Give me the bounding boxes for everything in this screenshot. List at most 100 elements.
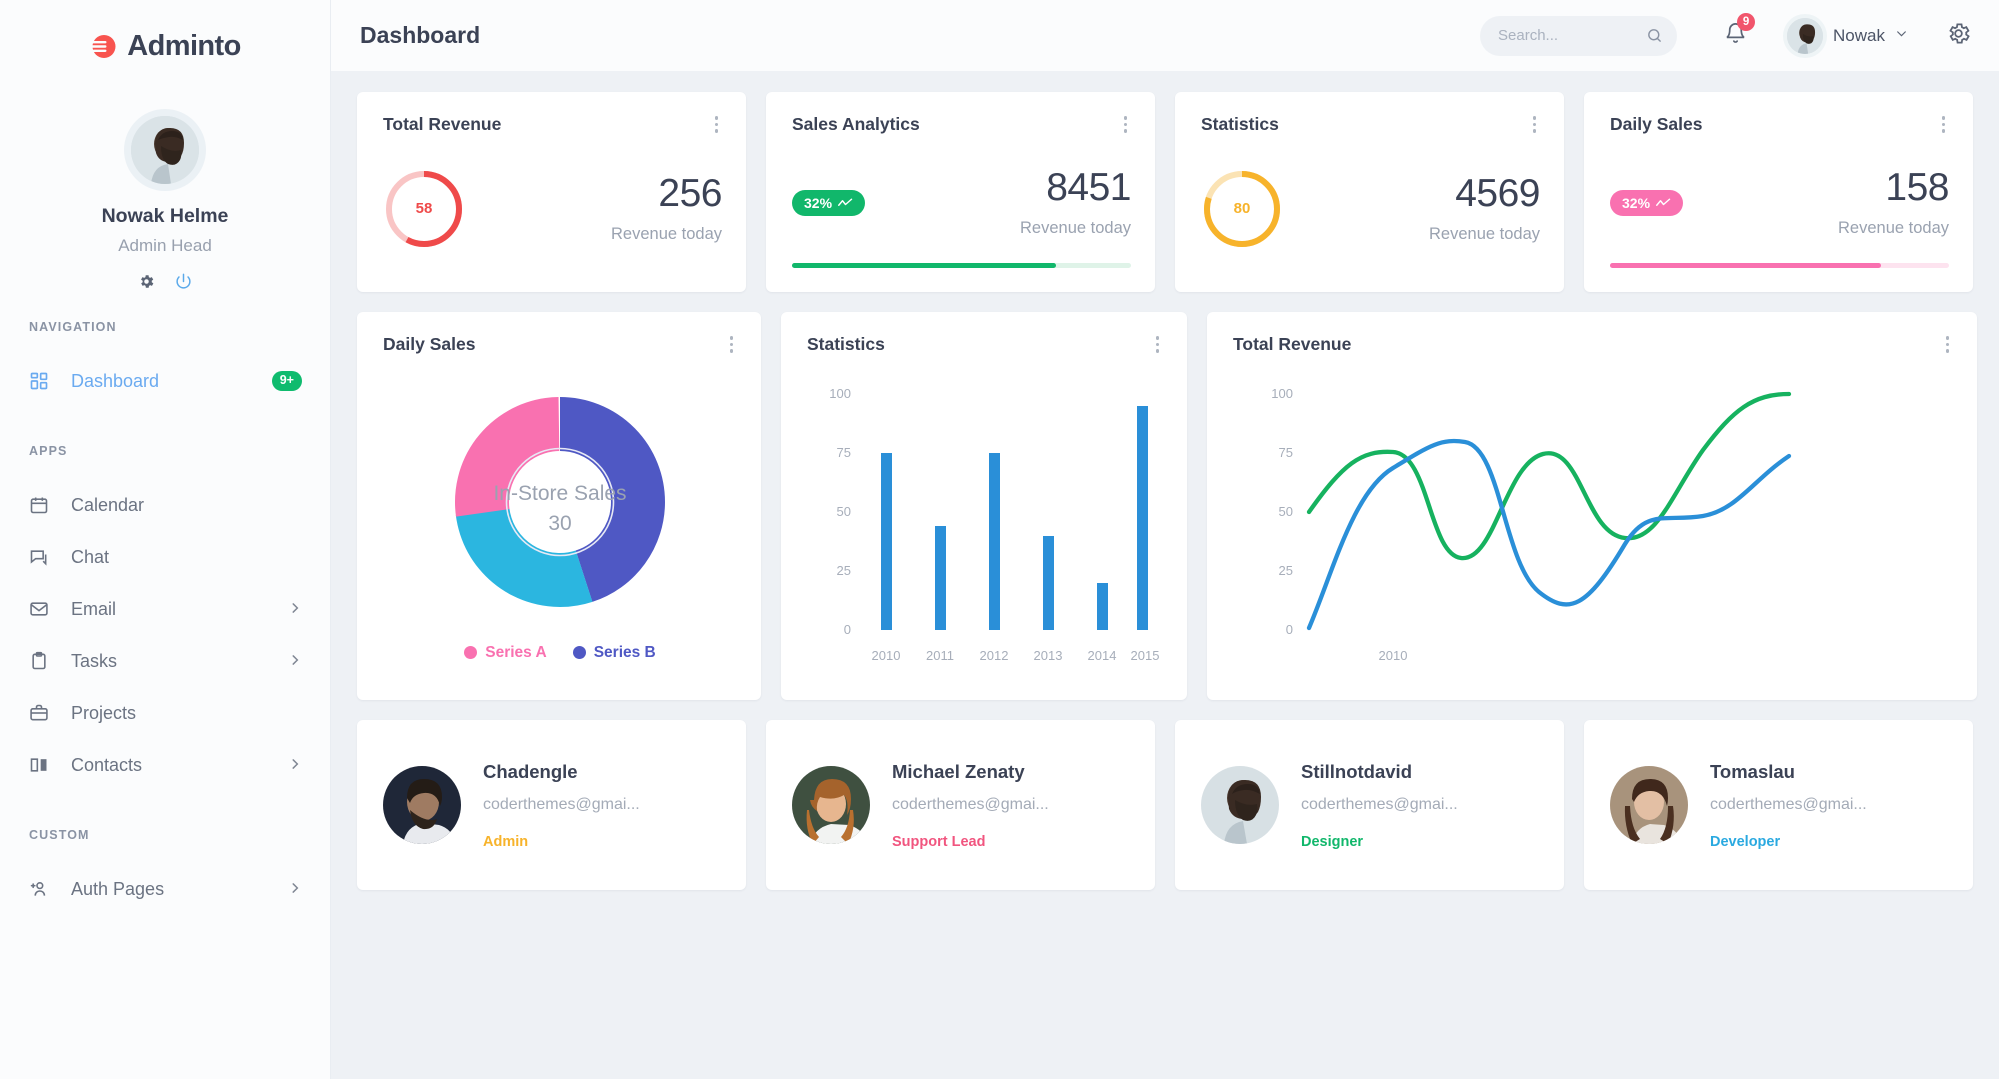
sidebar-item-label: Chat	[71, 547, 302, 568]
stat-value: 158	[1838, 168, 1949, 207]
sidebar-item-chat[interactable]: Chat	[0, 531, 330, 583]
stat-card-sales-analytics: Sales Analytics 32% 8451 Revenue toda	[766, 92, 1155, 292]
bar	[881, 453, 892, 630]
contact-role: Admin	[483, 834, 640, 850]
chevron-right-icon	[288, 879, 302, 900]
legend-item[interactable]: Series B	[573, 644, 656, 662]
chevron-down-icon	[1895, 27, 1908, 45]
y-tick-label: 25	[837, 563, 851, 578]
y-tick-label: 100	[829, 386, 851, 401]
contact-card[interactable]: Tomaslau coderthemes@gmai... Developer	[1584, 720, 1973, 890]
y-tick-label: 0	[844, 622, 851, 637]
sidebar-item-label: Tasks	[71, 651, 288, 672]
contact-name: Stillnotdavid	[1301, 761, 1458, 783]
progress-bar-track	[792, 263, 1131, 268]
adminto-logo-icon	[89, 32, 118, 61]
contact-card[interactable]: Chadengle coderthemes@gmai... Admin	[357, 720, 746, 890]
trend-badge: 32%	[1610, 190, 1683, 216]
sidebar-item-dashboard[interactable]: Dashboard 9+	[0, 355, 330, 407]
profile-avatar[interactable]	[131, 116, 199, 184]
contact-email: coderthemes@gmai...	[1710, 796, 1867, 814]
contact-email: coderthemes@gmai...	[483, 796, 640, 814]
chat-icon	[29, 547, 55, 567]
more-vertical-icon[interactable]	[726, 334, 738, 358]
donut-value: 80	[1201, 168, 1283, 250]
user-menu[interactable]: Nowak	[1787, 18, 1908, 54]
trend-badge: 32%	[792, 190, 865, 216]
profile-name: Nowak Helme	[0, 205, 330, 228]
stat-subtitle: Revenue today	[1020, 219, 1131, 238]
bar-series	[881, 406, 1148, 630]
page-title: Dashboard	[360, 22, 480, 49]
bar	[989, 453, 1000, 630]
user-name: Nowak	[1833, 26, 1885, 46]
stat-value: 256	[611, 174, 722, 213]
avatar	[383, 766, 461, 844]
nav-section-title-apps: APPS	[0, 444, 330, 458]
contact-email: coderthemes@gmai...	[1301, 796, 1458, 814]
sidebar-item-auth-pages[interactable]: Auth Pages	[0, 863, 330, 915]
contact-name: Tomaslau	[1710, 761, 1867, 783]
chevron-right-icon	[288, 599, 302, 620]
sidebar-item-contacts[interactable]: Contacts	[0, 739, 330, 791]
donut-chart-statistics: 80	[1201, 168, 1283, 250]
search-input[interactable]	[1480, 27, 1731, 44]
contact-card[interactable]: Michael Zenaty coderthemes@gmai... Suppo…	[766, 720, 1155, 890]
sidebar-item-calendar[interactable]: Calendar	[0, 479, 330, 531]
trend-percent: 32%	[804, 196, 832, 210]
contacts-row: Chadengle coderthemes@gmai... Admin	[357, 720, 1973, 890]
search-box[interactable]	[1480, 16, 1677, 56]
stat-value: 8451	[1020, 168, 1131, 207]
bar	[1137, 406, 1148, 630]
brand-logo[interactable]: Adminto	[0, 0, 330, 92]
bar	[1043, 536, 1054, 630]
chart-card-total-revenue: Total Revenue 100 75 50 25 0	[1207, 312, 1977, 700]
more-vertical-icon[interactable]	[1120, 114, 1132, 138]
stat-card-total-revenue: Total Revenue 58 256	[357, 92, 746, 292]
avatar	[1201, 766, 1279, 844]
sidebar-item-email[interactable]: Email	[0, 583, 330, 635]
y-tick-label: 50	[1279, 504, 1293, 519]
contact-role: Designer	[1301, 834, 1458, 850]
bar	[1097, 583, 1108, 630]
sidebar-item-tasks[interactable]: Tasks	[0, 635, 330, 687]
gear-icon[interactable]	[138, 273, 155, 290]
trend-percent: 32%	[1622, 196, 1650, 210]
more-vertical-icon[interactable]	[1942, 334, 1954, 358]
mail-icon	[29, 599, 55, 619]
legend-color-swatch	[573, 646, 586, 659]
sidebar-item-projects[interactable]: Projects	[0, 687, 330, 739]
more-vertical-icon[interactable]	[1938, 114, 1950, 138]
more-vertical-icon[interactable]	[1152, 334, 1164, 358]
y-tick-label: 0	[1286, 622, 1293, 637]
y-tick-label: 50	[837, 504, 851, 519]
chart-card-daily-sales: Daily Sales	[357, 312, 761, 700]
trend-up-icon	[1656, 196, 1671, 210]
calendar-icon	[29, 495, 55, 515]
search-icon[interactable]	[1646, 27, 1663, 49]
donut-center-value: 30	[548, 512, 571, 535]
settings-gear-icon[interactable]	[1946, 21, 1971, 51]
card-title: Statistics	[1201, 114, 1279, 135]
card-title: Daily Sales	[383, 334, 475, 355]
more-vertical-icon[interactable]	[1529, 114, 1541, 138]
progress-bar-track	[1610, 263, 1949, 268]
stat-subtitle: Revenue today	[611, 225, 722, 244]
donut-center-label: In-Store Sales	[493, 482, 626, 505]
card-title: Total Revenue	[1233, 334, 1351, 355]
y-tick-label: 25	[1279, 563, 1293, 578]
more-vertical-icon[interactable]	[711, 114, 723, 138]
contact-card[interactable]: Stillnotdavid coderthemes@gmai... Design…	[1175, 720, 1564, 890]
contact-name: Michael Zenaty	[892, 761, 1049, 783]
power-icon[interactable]	[175, 273, 192, 290]
app-root: Adminto Nowak Helme Admin Head	[0, 0, 1999, 1079]
x-tick-label: 2015	[1131, 648, 1160, 663]
avatar	[792, 766, 870, 844]
notifications-button[interactable]: 9	[1724, 22, 1747, 50]
top-header: Dashboard	[331, 0, 1999, 72]
chevron-right-icon	[288, 755, 302, 776]
dashboard-badge: 9+	[272, 371, 302, 391]
legend-item[interactable]: Series A	[464, 644, 546, 662]
stat-subtitle: Revenue today	[1838, 219, 1949, 238]
x-tick-label: 2012	[980, 648, 1009, 663]
